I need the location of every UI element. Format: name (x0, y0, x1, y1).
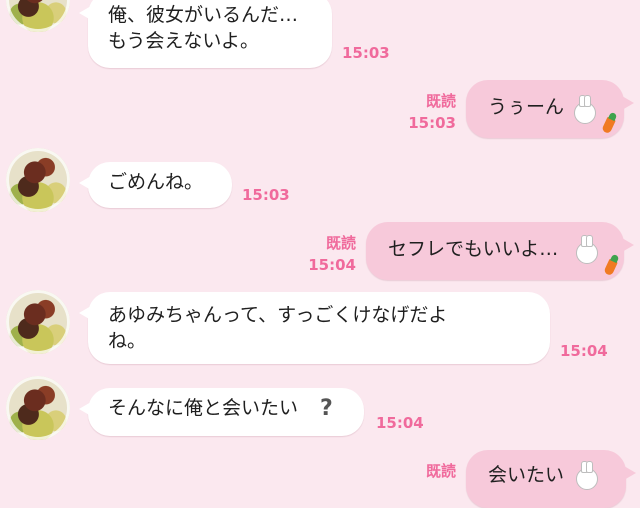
message-timestamp: 15:04 (308, 256, 356, 274)
message-text: セフレでもいいよ… (388, 238, 559, 260)
message-timestamp: 15:03 (342, 44, 390, 62)
contact-avatar[interactable] (6, 148, 70, 212)
message-text: 俺、彼女がいるんだ… もう会えないよ。 (108, 4, 299, 52)
message-text: ごめんね。 (108, 171, 204, 193)
carrot-icon (603, 258, 618, 277)
read-receipt: 既読 (425, 462, 456, 480)
rabbit-sticker-icon (576, 461, 598, 490)
message-timestamp: 15:04 (376, 414, 424, 432)
message-bubble-incoming[interactable]: 俺、彼女がいるんだ… もう会えないよ。 (79, 0, 332, 68)
message-timestamp: 15:03 (242, 186, 290, 204)
contact-avatar[interactable] (6, 0, 70, 32)
carrot-icon (601, 116, 616, 135)
rabbit-sticker-icon (576, 235, 598, 264)
message-bubble-incoming[interactable]: ごめんね。 (79, 162, 232, 208)
message-bubble-outgoing[interactable]: 会いたい (466, 450, 636, 508)
message-text: あゆみちゃんって、すっごくけなげだよ ね。 (108, 304, 448, 352)
message-timestamp: 15:03 (408, 114, 456, 132)
contact-avatar[interactable] (6, 376, 70, 440)
chat-message-list[interactable]: 俺、彼女がいるんだ… もう会えないよ。 15:03 既読 15:03 うぅーん … (0, 0, 640, 508)
question-mark-icon: ? (320, 396, 333, 421)
read-receipt: 既読 (425, 92, 456, 110)
message-text: 会いたい (488, 464, 565, 486)
rabbit-sticker-icon (574, 95, 596, 124)
contact-avatar[interactable] (6, 290, 70, 354)
message-text: そんなに俺と会いたい (108, 397, 299, 419)
message-text: うぅーん (488, 96, 565, 118)
message-bubble-incoming[interactable]: あゆみちゃんって、すっごくけなげだよ ね。 (79, 292, 550, 364)
message-bubble-outgoing[interactable]: うぅーん (466, 80, 634, 138)
message-timestamp: 15:04 (560, 342, 608, 360)
read-receipt: 既読 (325, 234, 356, 252)
message-bubble-incoming[interactable]: そんなに俺と会いたい ? (79, 388, 364, 436)
message-bubble-outgoing[interactable]: セフレでもいいよ… (366, 222, 634, 280)
